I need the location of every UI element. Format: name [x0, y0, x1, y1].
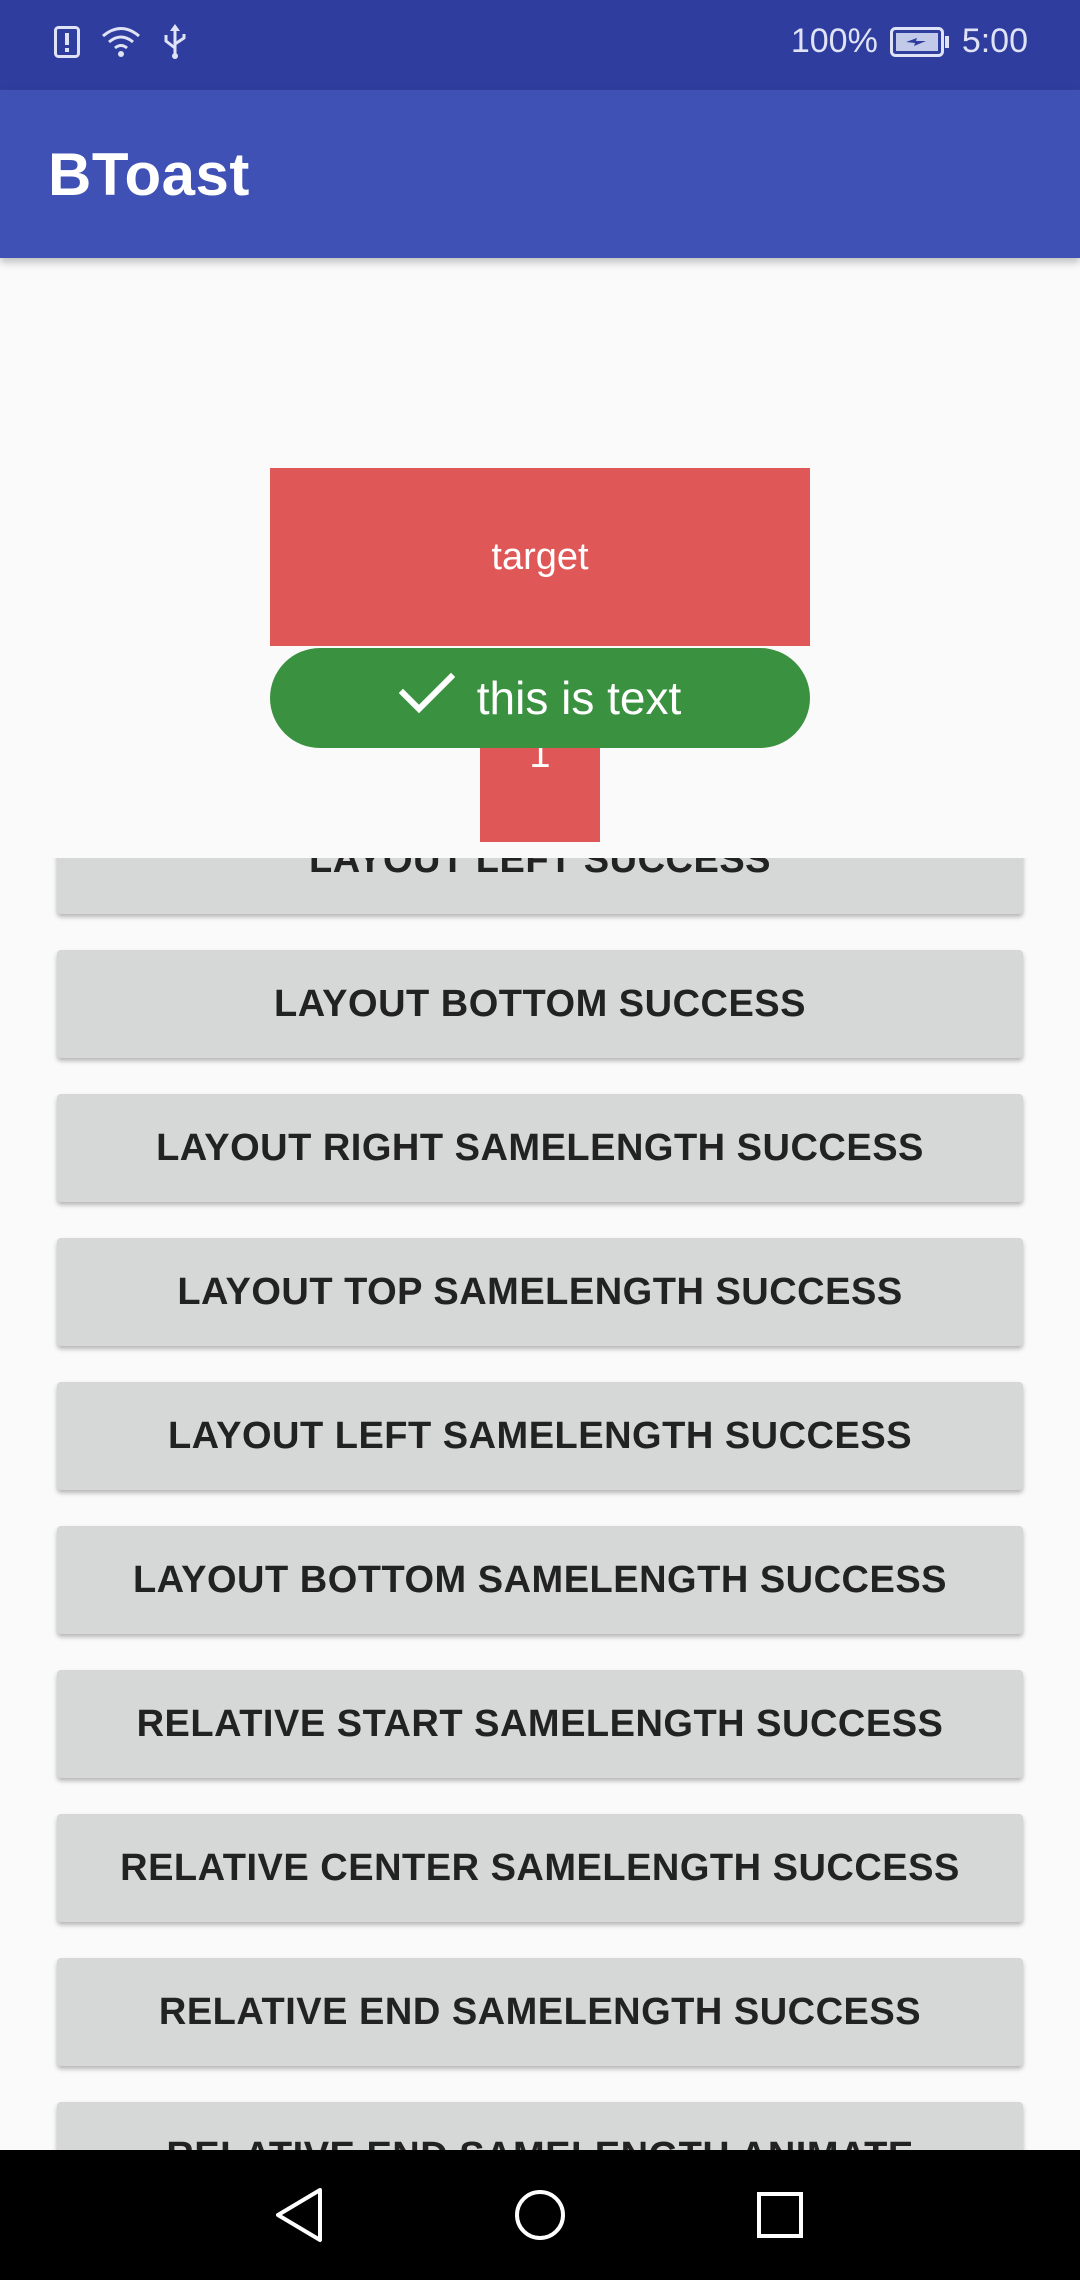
button-list[interactable]: LAYOUT LEFT SUCCESS LAYOUT BOTTOM SUCCES…: [0, 858, 1080, 2150]
relative-end-samelength-success-button[interactable]: RELATIVE END SAMELENGTH SUCCESS: [57, 1958, 1023, 2066]
toast-text: this is text: [476, 672, 682, 724]
status-icons-left: [54, 24, 188, 60]
layout-top-samelength-success-button[interactable]: LAYOUT TOP SAMELENGTH SUCCESS: [57, 1238, 1023, 1346]
usb-icon: [162, 24, 188, 60]
home-icon[interactable]: [512, 2186, 568, 2244]
relative-center-samelength-success-button[interactable]: RELATIVE CENTER SAMELENGTH SUCCESS: [57, 1814, 1023, 1922]
layout-left-success-button[interactable]: LAYOUT LEFT SUCCESS: [57, 858, 1023, 914]
alert-icon: [54, 26, 80, 58]
navigation-bar: [0, 2150, 1080, 2280]
recents-icon[interactable]: [754, 2186, 806, 2244]
relative-end-samelength-animate-button[interactable]: RELATIVE END SAMELENGTH ANIMATE: [57, 2102, 1023, 2150]
layout-right-samelength-success-button[interactable]: LAYOUT RIGHT SAMELENGTH SUCCESS: [57, 1094, 1023, 1202]
app-bar: BToast: [0, 90, 1080, 258]
status-bar: 100% 5:00: [0, 0, 1080, 90]
layout-left-samelength-success-button[interactable]: LAYOUT LEFT SAMELENGTH SUCCESS: [57, 1382, 1023, 1490]
battery-percent: 100%: [790, 22, 878, 60]
app-title: BToast: [48, 141, 250, 208]
content-area: target g 1 this is text LAYOUT LEFT SUCC…: [0, 258, 1080, 2150]
back-icon[interactable]: [272, 2186, 326, 2244]
toast: this is text: [270, 648, 810, 748]
status-icons-right: 100% 5:00: [791, 22, 1028, 61]
layout-bottom-samelength-success-button[interactable]: LAYOUT BOTTOM SAMELENGTH SUCCESS: [57, 1526, 1023, 1634]
wifi-icon: [100, 25, 142, 59]
relative-start-samelength-success-button[interactable]: RELATIVE START SAMELENGTH SUCCESS: [57, 1670, 1023, 1778]
check-icon: [398, 671, 455, 726]
layout-bottom-success-button[interactable]: LAYOUT BOTTOM SUCCESS: [57, 950, 1023, 1058]
battery-icon: [889, 26, 950, 57]
clock: 5:00: [961, 22, 1028, 60]
target-view[interactable]: target: [270, 468, 810, 646]
